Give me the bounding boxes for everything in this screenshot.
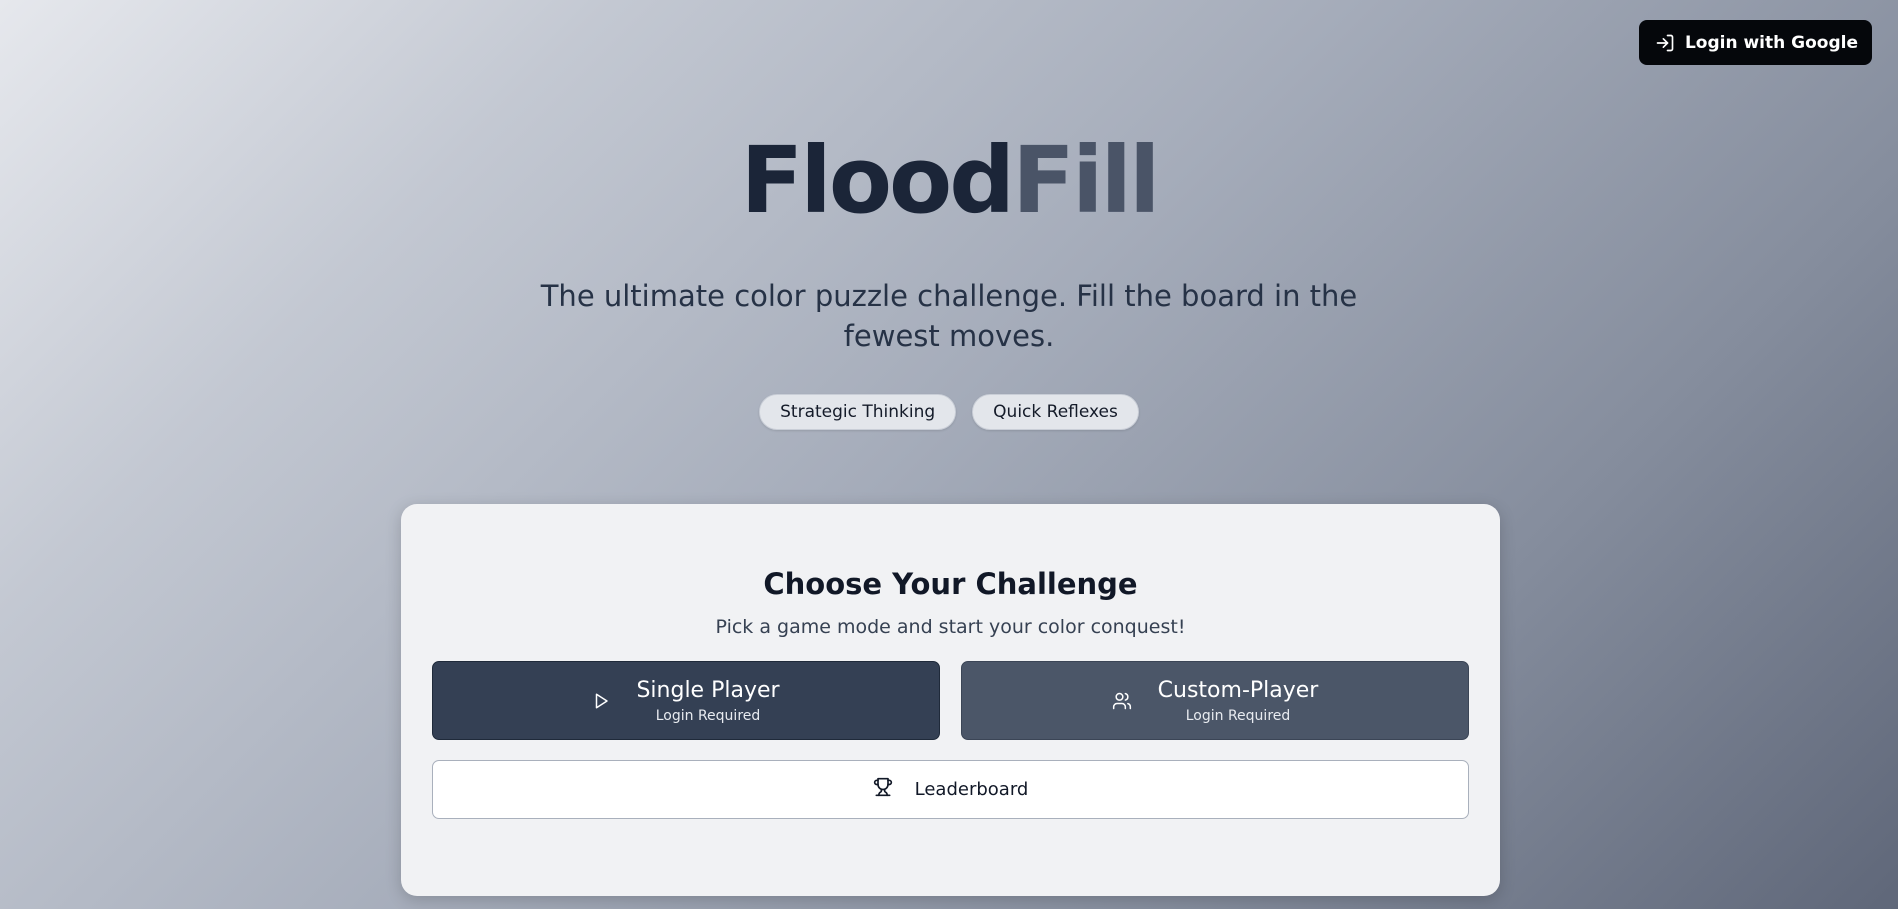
card-subtitle: Pick a game mode and start your color co… (715, 616, 1186, 638)
custom-player-label: Custom-Player (1157, 677, 1319, 703)
title-part-flood: Flood (740, 127, 1015, 234)
play-icon (592, 691, 610, 711)
badge-quick-reflexes: Quick Reflexes (972, 394, 1139, 430)
badge-strategic-thinking: Strategic Thinking (759, 394, 957, 430)
single-player-text: Single Player Login Required (636, 677, 779, 725)
single-player-note: Login Required (655, 707, 761, 724)
users-icon (1112, 691, 1132, 711)
challenge-card: Choose Your Challenge Pick a game mode a… (401, 504, 1500, 896)
leaderboard-button[interactable]: Leaderboard (432, 760, 1469, 819)
card-title: Choose Your Challenge (763, 567, 1138, 601)
app-title: FloodFill (0, 126, 1898, 236)
custom-player-note: Login Required (1185, 707, 1291, 724)
single-player-label: Single Player (636, 677, 780, 703)
leaderboard-label: Leaderboard (914, 779, 1029, 800)
single-player-button[interactable]: Single Player Login Required (432, 661, 940, 740)
custom-player-text: Custom-Player Login Required (1158, 677, 1319, 725)
tagline: The ultimate color puzzle challenge. Fil… (540, 279, 1358, 353)
game-mode-row: Single Player Login Required Custom-Play… (432, 661, 1469, 740)
hero-section: FloodFill The ultimate color puzzle chal… (0, 0, 1898, 430)
title-part-fill: Fill (1012, 127, 1160, 234)
feature-badges: Strategic Thinking Quick Reflexes (0, 394, 1898, 430)
custom-player-button[interactable]: Custom-Player Login Required (961, 661, 1469, 740)
trophy-icon (873, 777, 893, 802)
